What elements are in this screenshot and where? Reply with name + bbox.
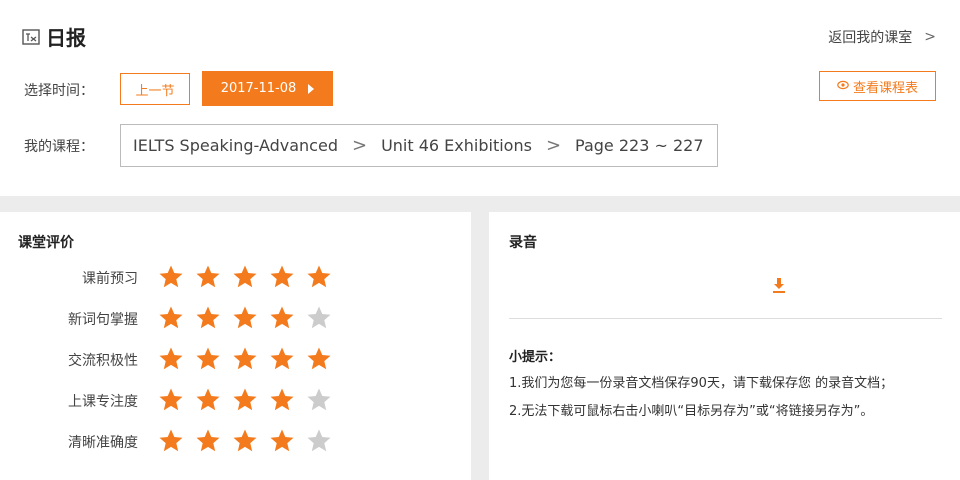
report-icon: [22, 28, 40, 45]
star-filled-icon: [195, 264, 221, 290]
rating-row: 交流积极性: [0, 344, 471, 374]
star-filled-icon: [158, 264, 184, 290]
star-rating: [158, 387, 343, 413]
star-filled-icon: [158, 346, 184, 372]
time-select-label: 选择时间：: [24, 83, 94, 99]
evaluation-title: 课堂评价: [18, 235, 74, 251]
view-schedule-label: 查看课程表: [852, 80, 918, 96]
divider: [509, 318, 942, 319]
star-filled-icon: [195, 428, 221, 454]
star-filled-icon: [158, 428, 184, 454]
page-title: 日报: [22, 22, 86, 51]
page-title-text: 日报: [46, 26, 86, 50]
star-filled-icon: [232, 305, 258, 331]
star-filled-icon: [306, 264, 332, 290]
star-filled-icon: [269, 305, 295, 331]
star-filled-icon: [195, 387, 221, 413]
course-label: 我的课程：: [24, 139, 94, 155]
tip-title: 小提示：: [509, 350, 562, 365]
course-pages: Page 223 ~ 227: [575, 136, 704, 155]
star-rating: [158, 305, 343, 331]
star-filled-icon: [269, 264, 295, 290]
star-filled-icon: [158, 305, 184, 331]
play-right-icon: [308, 83, 315, 94]
star-filled-icon: [232, 346, 258, 372]
header-section: 日报 返回我的课室 > 选择时间： 上一节 2017-11-08 查看课程表 我…: [0, 0, 960, 196]
tip-line-1: 1.我们为您每一份录音文档保存90天，请下载保存您 的录音文档；: [509, 376, 894, 391]
star-empty-icon: [306, 428, 332, 454]
rating-label: 上课专注度: [68, 394, 138, 410]
rating-label: 新词句掌握: [68, 312, 138, 328]
star-empty-icon: [306, 387, 332, 413]
star-filled-icon: [269, 346, 295, 372]
rating-label: 交流积极性: [68, 353, 138, 369]
recording-panel: 录音 小提示： 1.我们为您每一份录音文档保存90天，请下载保存您 的录音文档；…: [489, 212, 960, 480]
view-schedule-button[interactable]: 查看课程表: [819, 71, 936, 101]
star-rating: [158, 428, 343, 454]
star-empty-icon: [306, 305, 332, 331]
star-filled-icon: [269, 387, 295, 413]
chevron-right-icon: >: [545, 135, 562, 156]
star-filled-icon: [306, 346, 332, 372]
star-filled-icon: [269, 428, 295, 454]
rating-row: 新词句掌握: [0, 303, 471, 333]
rating-label: 清晰准确度: [68, 435, 138, 451]
rating-row: 上课专注度: [0, 385, 471, 415]
eye-icon: [837, 79, 849, 94]
back-link-label: 返回我的课室: [828, 30, 913, 46]
course-name[interactable]: IELTS Speaking-Advanced: [133, 136, 338, 155]
star-rating: [158, 264, 343, 290]
course-unit[interactable]: Unit 46 Exhibitions: [381, 136, 532, 155]
date-dropdown[interactable]: 2017-11-08: [202, 71, 333, 106]
chevron-right-icon: >: [924, 29, 936, 45]
star-rating: [158, 346, 343, 372]
date-value: 2017-11-08: [220, 81, 297, 96]
star-filled-icon: [232, 387, 258, 413]
rating-row: 课前预习: [0, 262, 471, 292]
rating-label: 课前预习: [82, 271, 138, 287]
chevron-right-icon: >: [351, 135, 368, 156]
star-filled-icon: [232, 428, 258, 454]
course-breadcrumb: IELTS Speaking-Advanced > Unit 46 Exhibi…: [120, 124, 718, 167]
download-icon[interactable]: [771, 276, 787, 294]
star-filled-icon: [195, 346, 221, 372]
star-filled-icon: [158, 387, 184, 413]
tip-line-2: 2.无法下载可鼠标右击小喇叭“目标另存为”或“将链接另存为”。: [509, 404, 874, 419]
star-filled-icon: [232, 264, 258, 290]
star-filled-icon: [195, 305, 221, 331]
evaluation-panel: 课堂评价 课前预习新词句掌握交流积极性上课专注度清晰准确度: [0, 212, 471, 480]
rating-row: 清晰准确度: [0, 426, 471, 456]
prev-lesson-button[interactable]: 上一节: [120, 73, 190, 105]
recording-title: 录音: [509, 235, 537, 251]
back-to-classroom-link[interactable]: 返回我的课室 >: [828, 27, 936, 47]
